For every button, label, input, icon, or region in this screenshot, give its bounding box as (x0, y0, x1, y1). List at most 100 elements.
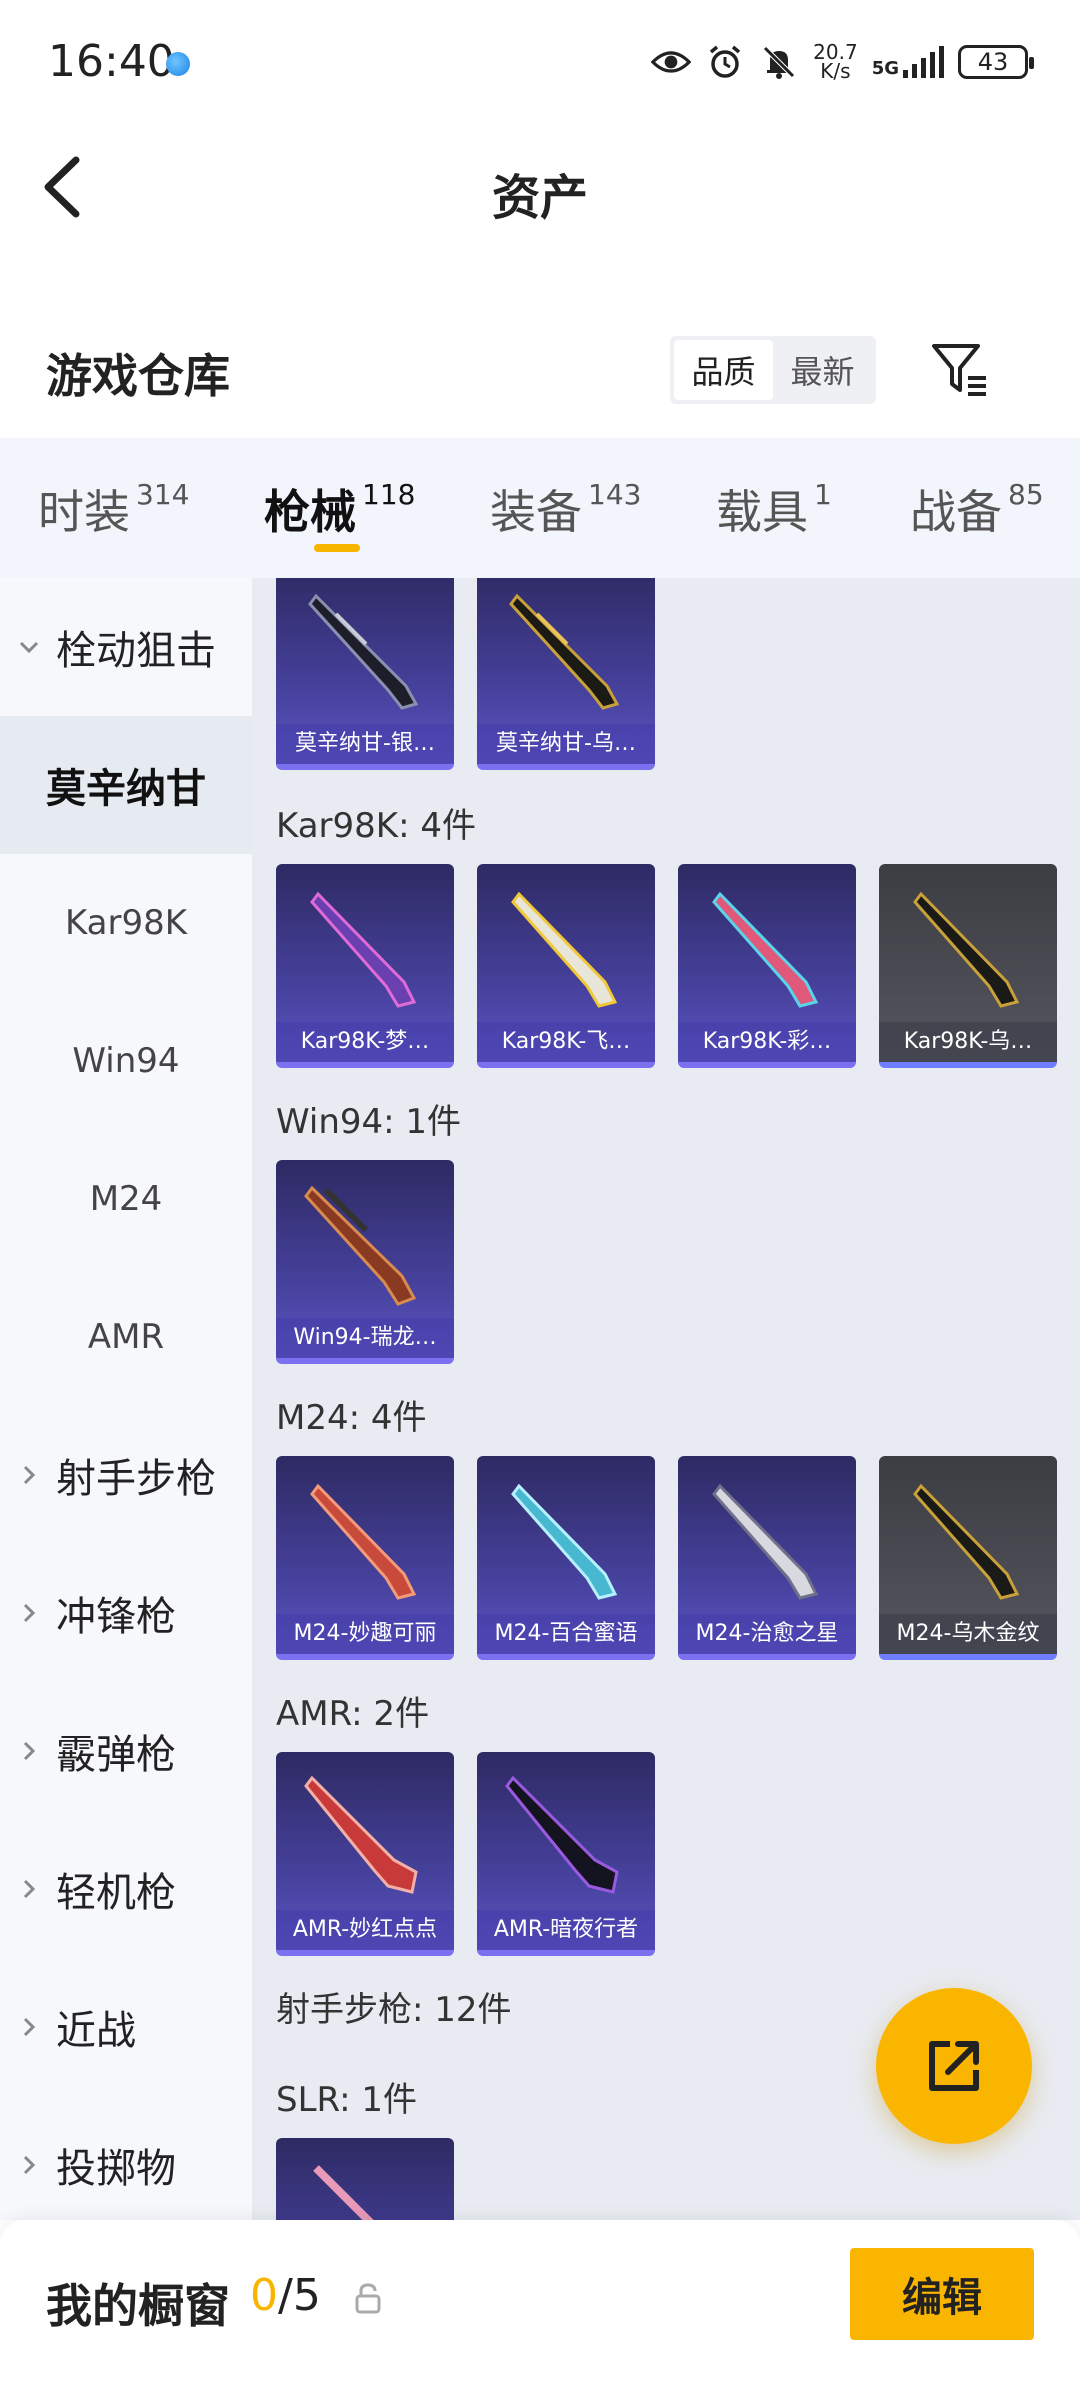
weapon-card-name: AMR-暗夜行者 (477, 1910, 655, 1950)
showcase-count: 0/5 (250, 2270, 321, 2321)
battery-icon: 43 (958, 45, 1034, 79)
weapon-card-name: Win94-瑞龙… (276, 1318, 454, 1358)
weapon-card-name: M24-妙趣可丽 (276, 1614, 454, 1654)
alarm-icon (705, 44, 745, 80)
chevron-right-icon (23, 1879, 36, 1899)
rifle-icon (505, 1775, 619, 1894)
browser-globe-icon (166, 52, 190, 76)
tab-label: 战备 (910, 485, 1002, 539)
rifle-icon (304, 1185, 417, 1306)
rifle-icon (310, 891, 417, 1008)
category-label-slr: SLR: 1件 (276, 2080, 417, 2120)
tab-label: 载具 (716, 485, 808, 539)
rifle-icon (509, 593, 620, 710)
category-tabs: 时装 314 枪械 118 装备 143 载具 1 战备 85 (0, 438, 1080, 578)
status-icons: 20.7 K/s 5G 43 (651, 40, 1034, 84)
weapon-grid: 莫辛纳甘-银… 莫辛纳甘-乌… Kar98K: 4件 Kar98K-梦… Kar… (252, 578, 1080, 2220)
sidebar-item-label: 霰弹枪 (56, 1732, 176, 1778)
sidebar-item-label: 投掷物 (56, 2146, 176, 2192)
external-link-icon (929, 2041, 979, 2091)
lock-icon (354, 2282, 382, 2314)
tab-guns[interactable]: 枪械 118 (264, 476, 415, 542)
sidebar-item-marksman[interactable]: 射手步枪 (0, 1406, 252, 1544)
status-time: 16:40 (48, 36, 175, 87)
category-label-kar98k: Kar98K: 4件 (276, 806, 476, 846)
edit-button[interactable]: 编辑 (850, 2248, 1034, 2340)
category-label-marksman: 射手步枪: 12件 (276, 1990, 512, 2030)
rifle-icon (304, 1775, 418, 1894)
sidebar-item-mosin[interactable]: 莫辛纳甘 (0, 716, 252, 854)
sidebar-item-shotgun[interactable]: 霰弹枪 (0, 1682, 252, 1820)
active-tab-indicator (314, 544, 360, 552)
tab-label: 枪械 (264, 485, 356, 539)
rifle-icon (712, 891, 819, 1008)
tab-vehicles[interactable]: 载具 1 (716, 476, 832, 542)
sidebar-item-kar98k[interactable]: Kar98K (0, 854, 252, 992)
showcase-used: 0 (250, 2270, 278, 2321)
sidebar-item-label: Kar98K (64, 903, 188, 943)
tab-supplies[interactable]: 战备 85 (910, 476, 1044, 542)
page-title: 资产 (491, 170, 588, 226)
weapon-card[interactable]: 莫辛纳甘-银… (276, 578, 454, 770)
share-button[interactable] (876, 1988, 1032, 2144)
sidebar-item-throwable[interactable]: 投掷物 (0, 2096, 252, 2220)
chevron-down-icon (19, 641, 39, 654)
filter-icon[interactable] (930, 340, 990, 400)
tab-label: 时装 (38, 485, 130, 539)
weapon-card-name: 莫辛纳甘-银… (276, 724, 454, 764)
sidebar-item-label: 射手步枪 (56, 1456, 216, 1502)
chevron-right-icon (23, 1465, 36, 1485)
network-speed: 20.7 K/s (813, 42, 858, 83)
showcase-bar: 我的橱窗 0/5 编辑 (0, 2220, 1080, 2382)
sidebar-item-lmg[interactable]: 轻机枪 (0, 1820, 252, 1958)
chevron-right-icon (23, 1603, 36, 1623)
battery-level: 43 (977, 48, 1009, 76)
rifle-icon (913, 891, 1020, 1008)
weapon-card[interactable]: Kar98K-飞… (477, 864, 655, 1068)
weapon-card[interactable]: M24-治愈之星 (678, 1456, 856, 1660)
chevron-right-icon (23, 1741, 36, 1761)
sidebar-item-win94[interactable]: Win94 (0, 992, 252, 1130)
weapon-card[interactable]: Kar98K-乌… (879, 864, 1057, 1068)
rifle-icon (313, 2165, 374, 2220)
sort-quality-button[interactable]: 品质 (674, 340, 773, 400)
rifle-icon (913, 1483, 1020, 1600)
rifle-icon (308, 593, 419, 710)
sidebar-item-label: 冲锋枪 (56, 1594, 176, 1640)
signal-bars-icon (903, 46, 944, 78)
weapon-card[interactable]: M24-百合蜜语 (477, 1456, 655, 1660)
net-speed-unit: K/s (820, 59, 851, 83)
showcase-total: /5 (278, 2270, 321, 2321)
sidebar-item-label: 轻机枪 (56, 1870, 176, 1916)
sidebar-item-amr[interactable]: AMR (0, 1268, 252, 1406)
weapon-card[interactable]: Kar98K-梦… (276, 864, 454, 1068)
weapon-card[interactable]: Win94-瑞龙… (276, 1160, 454, 1364)
weapon-card[interactable]: M24-乌木金纹 (879, 1456, 1057, 1660)
sidebar-item-label: Win94 (72, 1041, 180, 1081)
weapon-card[interactable] (276, 2138, 454, 2220)
weapon-card[interactable]: AMR-暗夜行者 (477, 1752, 655, 1956)
sort-toggle: 品质 最新 (670, 336, 876, 404)
sidebar-item-m24[interactable]: M24 (0, 1130, 252, 1268)
weapon-card-name: Kar98K-梦… (276, 1022, 454, 1062)
rifle-icon (511, 891, 618, 1008)
sidebar-item-label: AMR (87, 1317, 165, 1357)
weapon-card[interactable]: 莫辛纳甘-乌… (477, 578, 655, 770)
category-label-amr: AMR: 2件 (276, 1694, 430, 1734)
tab-count: 314 (136, 478, 190, 511)
warehouse-title: 游戏仓库 (46, 349, 230, 403)
sort-newest-button[interactable]: 最新 (773, 340, 872, 400)
weapon-card-name: Kar98K-飞… (477, 1022, 655, 1062)
tab-fashion[interactable]: 时装 314 (38, 476, 189, 542)
weapon-card[interactable]: M24-妙趣可丽 (276, 1456, 454, 1660)
category-label-win94: Win94: 1件 (276, 1102, 462, 1142)
tab-equipment[interactable]: 装备 143 (490, 476, 641, 542)
sidebar-item-bolt-sniper[interactable]: 栓动狙击 (0, 578, 252, 716)
weapon-card-name: Kar98K-彩… (678, 1022, 856, 1062)
chevron-right-icon (23, 2017, 36, 2037)
weapon-card[interactable]: Kar98K-彩… (678, 864, 856, 1068)
weapon-card[interactable]: AMR-妙红点点 (276, 1752, 454, 1956)
sidebar-item-smg[interactable]: 冲锋枪 (0, 1544, 252, 1682)
sidebar-item-label: 栓动狙击 (56, 628, 216, 674)
sidebar-item-melee[interactable]: 近战 (0, 1958, 252, 2096)
